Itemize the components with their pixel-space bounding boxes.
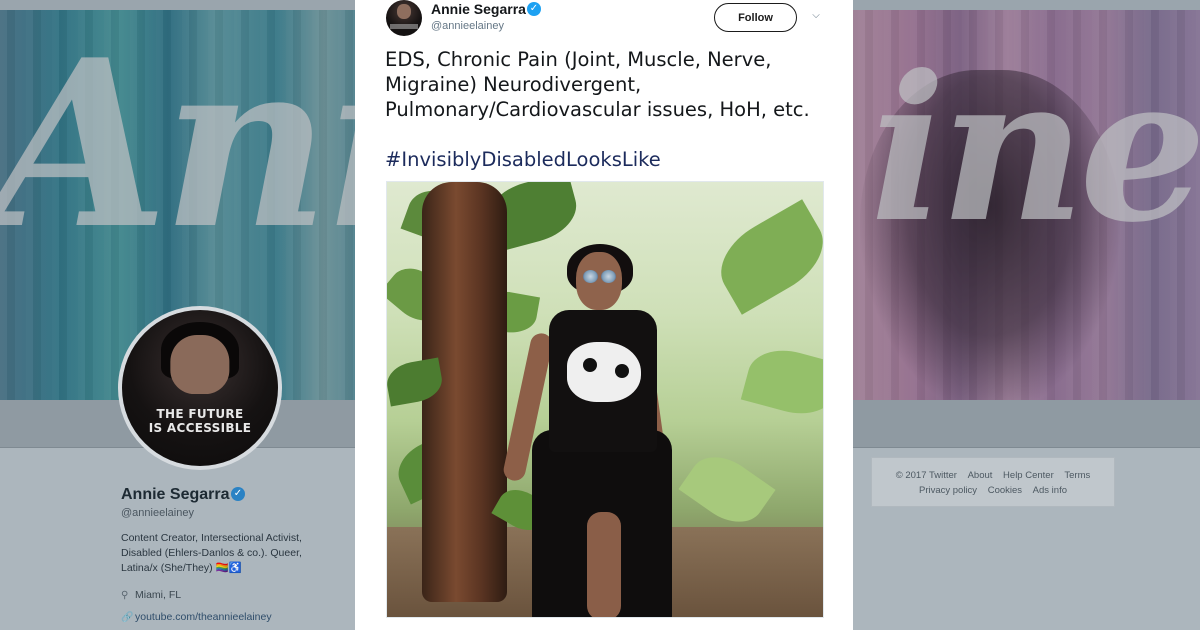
profile-link[interactable]: 🔗 youtube.com/theannieelainey <box>121 611 272 623</box>
verified-badge-icon: ✓ <box>527 2 541 16</box>
photo-woman-sunglasses <box>601 270 616 283</box>
footer-link-privacy[interactable]: Privacy policy <box>919 485 977 496</box>
photo-woman-sunglasses <box>583 270 598 283</box>
footer-link-about[interactable]: About <box>968 470 993 481</box>
avatar-shirt-line2: IS ACCESSIBLE <box>148 420 252 435</box>
photo-shirt-print-eye <box>615 364 629 378</box>
location-pin-icon: ⚲ <box>121 590 129 601</box>
profile-location: ⚲ Miami, FL <box>121 589 181 601</box>
profile-bio: Content Creator, Intersectional Activist… <box>121 532 302 574</box>
link-icon: 🔗 <box>121 612 134 623</box>
photo-shirt-print-eye <box>583 358 597 372</box>
footer-link-ads-info[interactable]: Ads info <box>1033 485 1067 496</box>
footer-row-1: © 2017 Twitter About Help Center Terms <box>872 470 1114 481</box>
footer-link-help-center[interactable]: Help Center <box>1003 470 1054 481</box>
tweet-avatar-face <box>397 4 411 19</box>
tweet-author-avatar[interactable] <box>386 0 422 36</box>
avatar-shirt-text: THE FUTURE IS ACCESSIBLE <box>122 407 278 435</box>
profile-name[interactable]: Annie Segarra <box>121 486 229 504</box>
photo-leaf <box>678 444 776 535</box>
photo-woman-shirt-print <box>567 342 641 402</box>
tweet-photo[interactable] <box>386 181 824 618</box>
tweet-avatar-shirt <box>390 24 418 29</box>
footer-row-2: Privacy policy Cookies Ads info <box>872 485 1114 496</box>
photo-woman-face <box>576 252 622 310</box>
follow-button[interactable]: Follow <box>714 3 797 32</box>
tweet-author-handle[interactable]: @annieelainey <box>431 20 504 32</box>
chevron-down-icon[interactable]: ⌵ <box>810 10 822 22</box>
tweet-card: Annie Segarra ✓ @annieelainey Follow ⌵ E… <box>355 0 853 630</box>
profile-avatar[interactable]: THE FUTURE IS ACCESSIBLE <box>118 306 282 470</box>
photo-woman-leg <box>587 512 621 617</box>
avatar-face <box>170 334 230 395</box>
footer-links-box: © 2017 Twitter About Help Center Terms P… <box>871 457 1115 507</box>
photo-leaf <box>706 199 823 315</box>
tweet-author-name[interactable]: Annie Segarra <box>431 1 526 17</box>
profile-avatar-image: THE FUTURE IS ACCESSIBLE <box>122 310 278 466</box>
profile-handle[interactable]: @annieelainey <box>121 507 194 519</box>
avatar-shirt-line1: THE FUTURE <box>156 406 244 421</box>
tweet-hashtag[interactable]: #InvisiblyDisabledLooksLike <box>385 148 661 171</box>
profile-location-text: Miami, FL <box>135 589 182 601</box>
footer-copyright: © 2017 Twitter <box>895 470 957 481</box>
footer-link-cookies[interactable]: Cookies <box>988 485 1022 496</box>
verified-badge-icon: ✓ <box>231 487 245 501</box>
profile-link-text[interactable]: youtube.com/theannieelainey <box>135 611 272 623</box>
footer-link-terms[interactable]: Terms <box>1064 470 1090 481</box>
tweet-text: EDS, Chronic Pain (Joint, Muscle, Nerve,… <box>385 48 810 121</box>
photo-leaf <box>740 341 823 423</box>
